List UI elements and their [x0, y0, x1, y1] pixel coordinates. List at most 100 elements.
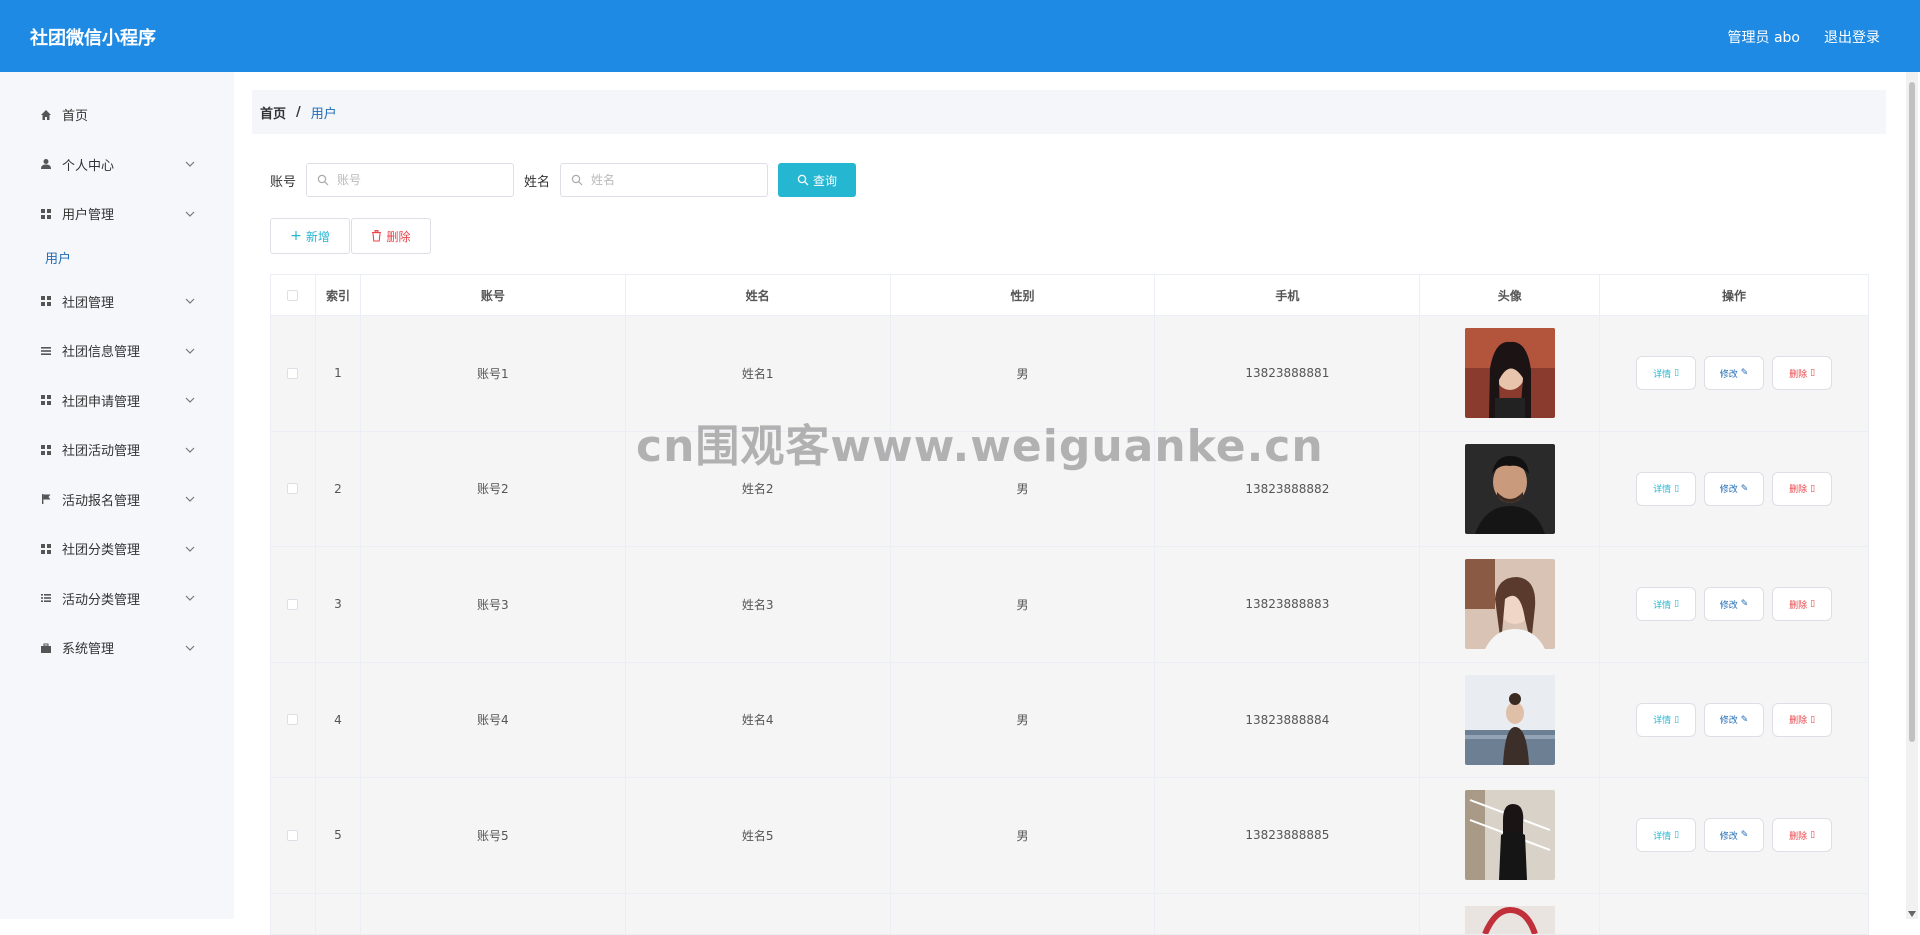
grid-icon — [40, 543, 52, 555]
breadcrumb-current: 用户 — [310, 106, 337, 122]
detail-button[interactable]: 详情 ▯ — [1636, 587, 1697, 622]
cell-index: 5 — [316, 778, 361, 893]
sidebar-item-home[interactable]: 首页 — [0, 90, 234, 140]
sidebar-item-club-application-management[interactable]: 社团申请管理 — [0, 376, 234, 426]
sidebar-item-personal[interactable]: 个人中心 — [0, 140, 234, 190]
sidebar-item-activity-signup-management[interactable]: 活动报名管理 — [0, 475, 234, 525]
admin-name: 管理员 abo — [1727, 30, 1800, 46]
cell-index: 2 — [316, 431, 361, 546]
edit-button[interactable]: 修改 ✎ — [1704, 587, 1765, 622]
edit-button[interactable]: 修改 ✎ — [1704, 818, 1765, 853]
cell-name: 姓名5 — [626, 778, 891, 893]
cell-avatar — [1420, 547, 1601, 662]
cell-account: 账号4 — [361, 662, 626, 777]
top-header: 社团微信小程序 管理员 abo 退出登录 — [0, 0, 1920, 72]
row-delete-button[interactable]: 删除 ▯ — [1772, 702, 1833, 737]
sidebar-item-user-management[interactable]: 用户管理 — [0, 189, 234, 239]
breadcrumb-home[interactable]: 首页 — [260, 103, 286, 122]
row-select-cell — [271, 547, 316, 662]
document-icon: ▯ — [1674, 483, 1680, 494]
trash-icon: ▯ — [1810, 714, 1816, 725]
avatar[interactable] — [1464, 790, 1555, 881]
row-delete-button[interactable]: 删除 ▯ — [1772, 818, 1833, 853]
cell-phone: 13823888884 — [1155, 662, 1421, 777]
row-select-cell — [271, 893, 316, 934]
add-button[interactable]: + 新增 — [270, 218, 350, 254]
cell-avatar — [1420, 316, 1601, 431]
query-button[interactable]: 查询 — [778, 163, 857, 197]
trash-icon: ▯ — [1810, 830, 1816, 841]
sidebar-item-club-management[interactable]: 社团管理 — [0, 277, 234, 327]
account-search-field[interactable] — [306, 163, 515, 197]
sidebar-item-club-category-management[interactable]: 社团分类管理 — [0, 524, 234, 574]
delete-button[interactable]: 删除 — [351, 218, 431, 254]
chevron-down-icon — [185, 348, 195, 354]
cell-operations: 详情 ▯ 修改 ✎ 删除 ▯ — [1600, 778, 1868, 893]
chevron-down-icon — [185, 595, 195, 602]
row-checkbox[interactable] — [287, 367, 299, 379]
list-icon — [40, 592, 52, 604]
scroll-down-arrow-icon[interactable] — [1908, 911, 1916, 917]
header-operations: 操作 — [1722, 288, 1747, 303]
sidebar-item-activity-category-management[interactable]: 活动分类管理 — [0, 574, 234, 624]
sidebar-item-club-activity-management[interactable]: 社团活动管理 — [0, 425, 234, 475]
cell-index: 3 — [316, 547, 361, 662]
row-delete-button[interactable]: 删除 ▯ — [1772, 587, 1833, 622]
sidebar-item-label: 活动报名管理 — [62, 493, 141, 509]
edit-button[interactable]: 修改 ✎ — [1704, 471, 1765, 506]
vertical-scrollbar[interactable] — [1906, 72, 1918, 919]
delete-button-label: 删除 — [386, 229, 411, 244]
name-search-field[interactable] — [560, 163, 769, 197]
row-checkbox[interactable] — [287, 483, 299, 495]
sidebar-item-label: 社团分类管理 — [62, 543, 141, 559]
row-checkbox[interactable] — [287, 598, 299, 610]
sidebar-subitem-user[interactable]: 用户 — [0, 239, 234, 277]
cell-operations — [1600, 894, 1868, 934]
detail-button[interactable]: 详情 ▯ — [1636, 702, 1697, 737]
trash-icon: ▯ — [1810, 599, 1816, 610]
avatar[interactable] — [1464, 674, 1555, 765]
search-icon — [797, 174, 809, 186]
document-icon: ▯ — [1674, 830, 1680, 841]
sidebar-item-club-info-management[interactable]: 社团信息管理 — [0, 326, 234, 376]
select-all-checkbox[interactable] — [287, 289, 299, 301]
table-header: 索引 账号 姓名 性别 手机 头像 操作 — [271, 275, 1868, 316]
row-checkbox[interactable] — [287, 714, 299, 726]
row-delete-button[interactable]: 删除 ▯ — [1772, 471, 1833, 506]
document-icon: ▯ — [1674, 714, 1680, 725]
briefcase-icon — [40, 642, 52, 654]
row-delete-button[interactable]: 删除 ▯ — [1772, 356, 1833, 391]
row-select-cell — [271, 431, 316, 546]
edit-button[interactable]: 修改 ✎ — [1704, 356, 1765, 391]
account-search-input[interactable] — [335, 172, 500, 188]
cell-index: 1 — [316, 316, 361, 431]
scroll-thumb[interactable] — [1909, 82, 1915, 742]
cell-phone: 13823888882 — [1155, 431, 1421, 546]
grid-icon — [40, 444, 52, 456]
row-delete-button-label: 删除 — [1789, 831, 1808, 842]
cell-name: 姓名4 — [626, 662, 891, 777]
document-icon: ▯ — [1674, 599, 1680, 610]
detail-button-label: 详情 — [1653, 485, 1672, 496]
avatar[interactable] — [1464, 559, 1555, 650]
edit-icon: ✎ — [1740, 599, 1749, 610]
breadcrumb: 首页 / 用户 — [252, 90, 1886, 134]
detail-button-label: 详情 — [1653, 716, 1672, 727]
logout-link[interactable]: 退出登录 — [1824, 27, 1880, 47]
edit-button[interactable]: 修改 ✎ — [1704, 702, 1765, 737]
detail-button[interactable]: 详情 ▯ — [1636, 356, 1697, 391]
avatar[interactable] — [1464, 905, 1555, 934]
detail-button[interactable]: 详情 ▯ — [1636, 471, 1697, 506]
sidebar-item-label: 系统管理 — [62, 642, 115, 658]
avatar[interactable] — [1464, 443, 1555, 534]
cell-gender: 男 — [891, 662, 1156, 777]
name-search-input[interactable] — [589, 172, 754, 188]
header-name: 姓名 — [626, 275, 891, 315]
sidebar-item-label: 社团信息管理 — [62, 345, 141, 361]
cell-name — [626, 893, 891, 934]
sidebar-item-system-management[interactable]: 系统管理 — [0, 623, 234, 673]
row-checkbox[interactable] — [287, 829, 299, 841]
trash-icon: ▯ — [1810, 368, 1816, 379]
detail-button[interactable]: 详情 ▯ — [1636, 818, 1697, 853]
avatar[interactable] — [1464, 328, 1555, 419]
